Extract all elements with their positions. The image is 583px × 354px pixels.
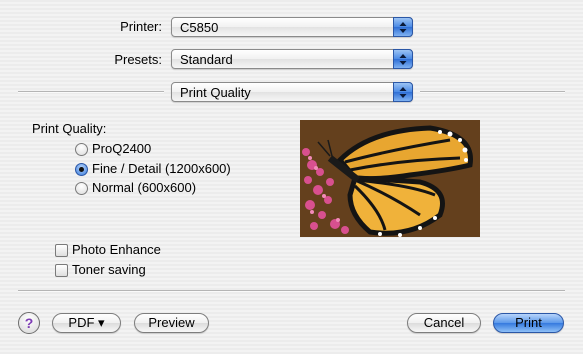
photo-enhance-label: Photo Enhance <box>72 242 161 257</box>
separator-left <box>18 91 164 93</box>
popup-arrows-icon <box>393 49 413 69</box>
photo-enhance-checkbox[interactable] <box>55 244 68 257</box>
printer-popup[interactable]: C5850 <box>171 17 413 37</box>
radio-fine-detail-label: Fine / Detail (1200x600) <box>92 161 231 176</box>
pdf-button[interactable]: PDF ▾ <box>52 313 121 333</box>
preview-button[interactable]: Preview <box>134 313 209 333</box>
popup-arrows-icon <box>393 82 413 102</box>
printer-label: Printer: <box>120 19 162 34</box>
printer-popup-value: C5850 <box>180 20 219 35</box>
radio-proq2400-label: ProQ2400 <box>92 141 152 156</box>
radio-fine-detail[interactable] <box>75 163 88 176</box>
print-quality-heading: Print Quality: <box>32 121 107 136</box>
presets-popup-value: Standard <box>180 52 233 67</box>
radio-normal-label: Normal (600x600) <box>92 180 197 195</box>
presets-label: Presets: <box>114 52 162 67</box>
panel-popup-value: Print Quality <box>180 85 251 100</box>
help-button[interactable]: ? <box>18 312 40 334</box>
toner-saving-label: Toner saving <box>72 262 146 277</box>
popup-arrows-icon <box>393 17 413 37</box>
print-button[interactable]: Print <box>493 313 564 333</box>
separator-right <box>420 91 565 93</box>
cancel-button[interactable]: Cancel <box>407 313 481 333</box>
presets-popup[interactable]: Standard <box>171 49 413 69</box>
toner-saving-checkbox[interactable] <box>55 264 68 277</box>
radio-proq2400[interactable] <box>75 143 88 156</box>
separator-bottom <box>18 290 565 292</box>
preview-image <box>300 120 480 237</box>
panel-popup[interactable]: Print Quality <box>171 82 413 102</box>
radio-normal[interactable] <box>75 182 88 195</box>
